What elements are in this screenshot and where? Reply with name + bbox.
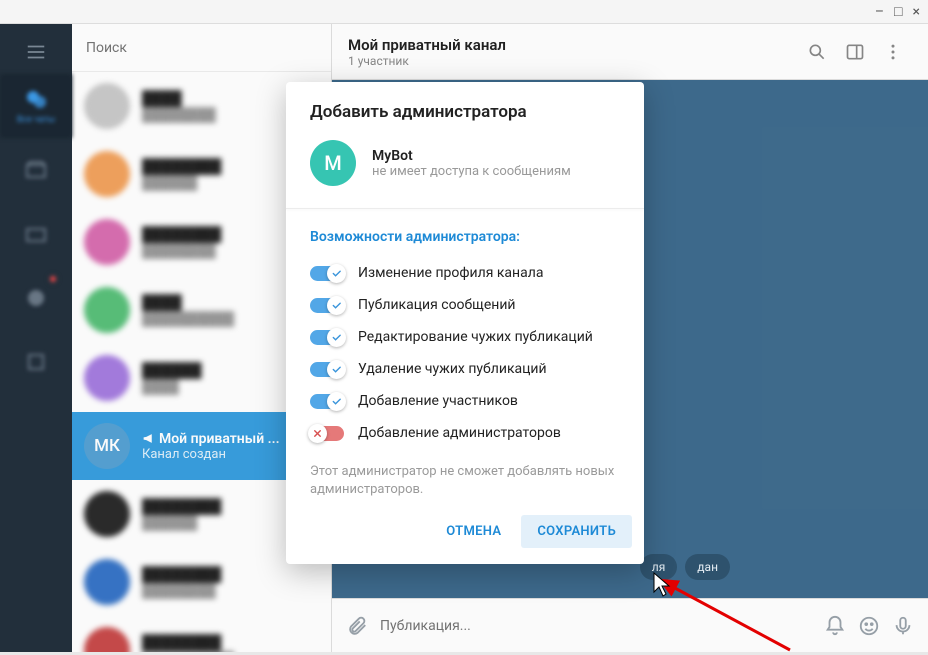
divider bbox=[286, 208, 644, 209]
permission-row: Публикация сообщений bbox=[286, 289, 644, 321]
permission-row: Добавление администраторов bbox=[286, 417, 644, 449]
permission-label: Публикация сообщений bbox=[358, 297, 516, 313]
permission-label: Добавление участников bbox=[358, 393, 518, 409]
cursor-icon bbox=[653, 572, 671, 598]
permission-label: Изменение профиля канала bbox=[358, 265, 543, 281]
permissions-note: Этот администратор не сможет добавлять н… bbox=[286, 449, 644, 507]
add-admin-modal: Добавить администратора M MyBot не имеет… bbox=[286, 82, 644, 564]
window-titlebar: – □ × bbox=[0, 0, 928, 24]
permission-toggle[interactable] bbox=[310, 266, 344, 281]
modal-title: Добавить администратора bbox=[286, 82, 644, 134]
user-avatar: M bbox=[310, 140, 356, 186]
minimize-button[interactable]: – bbox=[875, 4, 884, 20]
permission-row: Изменение профиля канала bbox=[286, 257, 644, 289]
permission-label: Добавление администраторов bbox=[358, 425, 561, 441]
maximize-button[interactable]: □ bbox=[894, 3, 902, 20]
permissions-section-title: Возможности администратора: bbox=[286, 211, 644, 257]
permission-row: Удаление чужих публикаций bbox=[286, 353, 644, 385]
permission-label: Удаление чужих публикаций bbox=[358, 361, 547, 377]
permission-toggle[interactable] bbox=[310, 330, 344, 345]
modal-user-row[interactable]: M MyBot не имеет доступа к сообщениям bbox=[286, 134, 644, 208]
save-button[interactable]: СОХРАНИТЬ bbox=[521, 515, 632, 548]
permission-label: Редактирование чужих публикаций bbox=[358, 329, 593, 345]
close-button[interactable]: × bbox=[913, 4, 920, 20]
modal-actions: ОТМЕНА СОХРАНИТЬ bbox=[286, 507, 644, 564]
permission-toggle[interactable] bbox=[310, 362, 344, 377]
user-status: не имеет доступа к сообщениям bbox=[372, 164, 571, 179]
permission-row: Редактирование чужих публикаций bbox=[286, 321, 644, 353]
user-name: MyBot bbox=[372, 148, 571, 164]
permission-toggle[interactable] bbox=[310, 394, 344, 409]
permission-toggle[interactable] bbox=[310, 298, 344, 313]
permission-toggle[interactable] bbox=[310, 426, 344, 441]
cancel-button[interactable]: ОТМЕНА bbox=[430, 515, 517, 548]
permission-row: Добавление участников bbox=[286, 385, 644, 417]
